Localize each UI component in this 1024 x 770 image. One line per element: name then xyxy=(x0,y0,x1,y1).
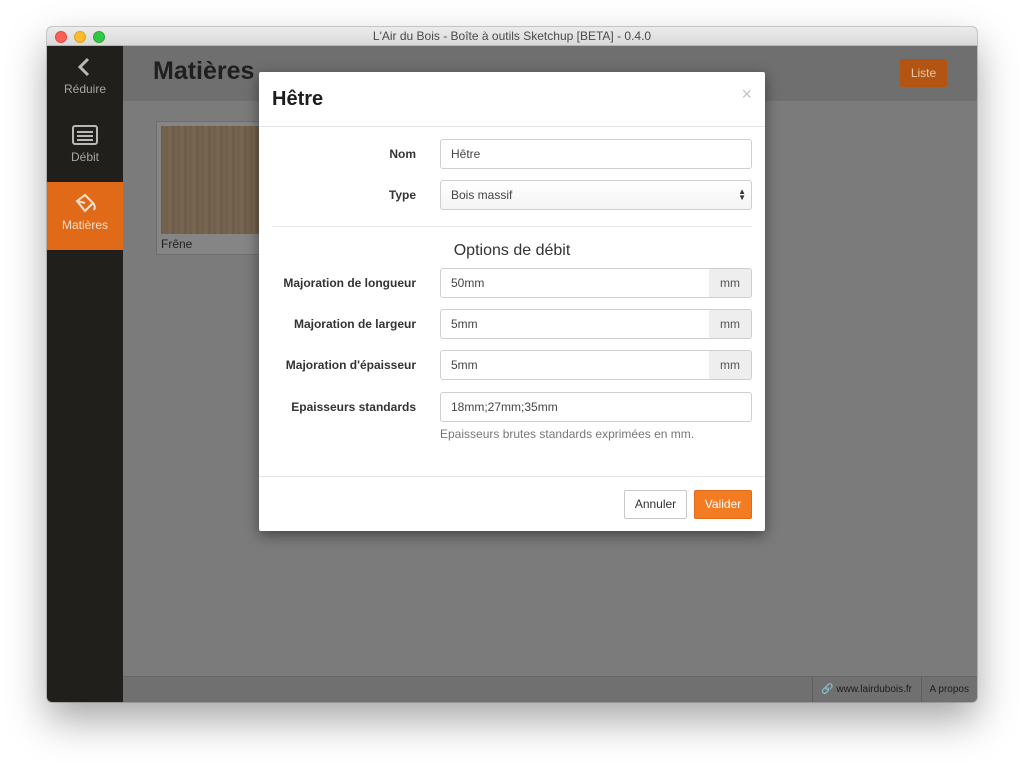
validate-button[interactable]: Valider xyxy=(694,490,752,519)
page-title: Matières xyxy=(153,57,255,85)
liste-button[interactable]: Liste xyxy=(900,59,947,87)
window-close-button[interactable] xyxy=(55,31,67,43)
close-icon[interactable]: × xyxy=(741,84,752,105)
largeur-label: Majoration de largeur xyxy=(293,317,416,331)
dialog-header: Hêtre × xyxy=(259,72,765,127)
nom-label: Nom xyxy=(389,147,416,161)
sidebar-item-reduire[interactable]: Réduire xyxy=(47,46,123,114)
standards-label: Epaisseurs standards xyxy=(291,400,416,414)
standards-input[interactable]: 18mm;27mm;35mm xyxy=(440,392,752,422)
nom-row: Nom Hêtre xyxy=(259,139,765,169)
sidebar-item-label: Débit xyxy=(70,150,99,164)
type-label: Type xyxy=(388,188,416,202)
title-bar: L'Air du Bois - Boîte à outils Sketchup … xyxy=(47,27,977,46)
sidebar-item-label: Réduire xyxy=(63,82,107,96)
sidebar-item-debit[interactable]: Débit xyxy=(47,114,123,182)
type-row: Type Bois massif ▲ ▼ xyxy=(259,180,765,210)
select-arrows-icon: ▲ ▼ xyxy=(738,187,746,202)
window-minimize-button[interactable] xyxy=(74,31,86,43)
link-icon: 🔗 xyxy=(821,684,834,695)
epaisseur-label: Majoration d'épaisseur xyxy=(285,358,416,372)
type-select[interactable]: Bois massif ▲ ▼ xyxy=(440,180,752,210)
dialog-title: Hêtre xyxy=(272,88,324,110)
footer: 🔗 www.lairdubois.fr A propos xyxy=(123,676,977,702)
epaisseur-unit: mm xyxy=(709,350,752,380)
paint-bucket-icon xyxy=(75,193,96,213)
about-link[interactable]: A propos xyxy=(920,677,977,702)
sidebar-item-label: Matières xyxy=(61,218,108,232)
epaisseur-row: Majoration d'épaisseur 5mm mm xyxy=(259,350,765,380)
chevron-left-icon xyxy=(77,57,90,77)
list-icon xyxy=(72,125,98,145)
dialog-footer: Annuler Valider xyxy=(259,476,765,531)
standards-row: Epaisseurs standards 18mm;27mm;35mm xyxy=(259,392,765,422)
largeur-input[interactable]: 5mm xyxy=(440,309,710,339)
section-divider xyxy=(272,226,752,227)
longueur-input[interactable]: 50mm xyxy=(440,268,710,298)
window-maximize-button[interactable] xyxy=(93,31,105,43)
sidebar: Réduire Débit Matières xyxy=(47,46,123,702)
longueur-row: Majoration de longueur 50mm mm xyxy=(259,268,765,298)
nom-input[interactable]: Hêtre xyxy=(440,139,752,169)
window-title: L'Air du Bois - Boîte à outils Sketchup … xyxy=(372,29,652,43)
sidebar-item-matieres[interactable]: Matières xyxy=(47,182,123,250)
material-edit-dialog: Hêtre × Nom Hêtre Type Bois massif ▲ ▼ Op… xyxy=(259,72,765,531)
longueur-unit: mm xyxy=(709,268,752,298)
longueur-label: Majoration de longueur xyxy=(283,276,416,290)
website-link-label: www.lairdubois.fr xyxy=(836,684,912,695)
type-select-value: Bois massif xyxy=(451,188,513,202)
website-link[interactable]: 🔗 www.lairdubois.fr xyxy=(812,677,920,702)
cancel-button[interactable]: Annuler xyxy=(624,490,687,519)
largeur-unit: mm xyxy=(709,309,752,339)
options-section-title: Options de débit xyxy=(453,242,571,259)
standards-help-text: Epaisseurs brutes standards exprimées en… xyxy=(440,427,695,441)
largeur-row: Majoration de largeur 5mm mm xyxy=(259,309,765,339)
epaisseur-input[interactable]: 5mm xyxy=(440,350,710,380)
